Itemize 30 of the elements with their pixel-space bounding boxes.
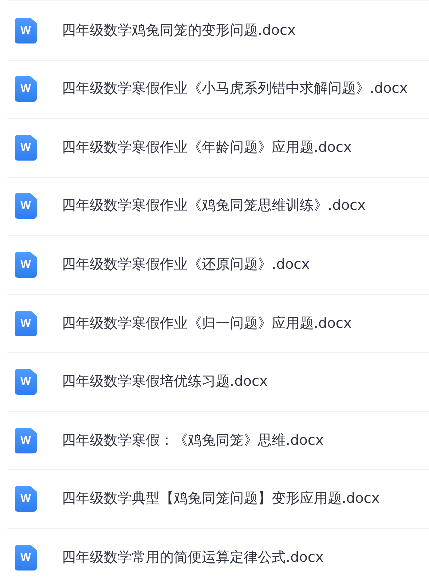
word-file-icon: W — [15, 369, 37, 396]
file-row[interactable]: W 四年级数学鸡兔同笼的变形问题.docx — [7, 2, 429, 61]
file-row[interactable]: W 四年级数学典型【鸡兔同笼问题】变形应用题.docx — [7, 470, 429, 529]
word-file-icon: W — [15, 76, 37, 102]
file-name: 四年级数学寒假培优练习题.docx — [62, 373, 268, 392]
word-file-icon: W — [15, 310, 37, 336]
word-file-icon: W — [15, 252, 37, 278]
file-name: 四年级数学寒假作业《年龄问题》应用题.docx — [62, 138, 352, 157]
file-row[interactable]: W 四年级数学寒假作业《还原问题》.docx — [7, 236, 429, 295]
file-name: 四年级数学寒假：《鸡兔同笼》思维.docx — [62, 432, 324, 450]
file-row[interactable]: W 四年级数学寒假：《鸡兔同笼》思维.docx — [7, 412, 429, 470]
word-file-icon: W — [15, 134, 37, 161]
file-row[interactable]: W 四年级数学寒假作业《年龄问题》应用题.docx — [7, 119, 429, 178]
file-name: 四年级数学寒假作业《还原问题》.docx — [62, 256, 310, 274]
word-file-icon: W — [15, 18, 37, 44]
word-file-icon: W — [15, 428, 37, 454]
file-name: 四年级数学寒假作业《归一问题》应用题.docx — [62, 314, 352, 332]
file-row[interactable]: W 四年级数学常用的简便运算定律公式.docx — [7, 528, 429, 581]
file-name: 四年级数学典型【鸡兔同笼问题】变形应用题.docx — [62, 490, 380, 508]
word-file-icon: W — [15, 486, 37, 512]
file-name: 四年级数学寒假作业《鸡兔同笼思维训练》.docx — [62, 197, 366, 216]
file-name: 四年级数学寒假作业《小马虎系列错中求解问题》.docx — [62, 80, 408, 98]
file-row[interactable]: W 四年级数学寒假作业《鸡兔同笼思维训练》.docx — [7, 178, 429, 236]
file-name: 四年级数学常用的简便运算定律公式.docx — [62, 548, 324, 567]
file-row[interactable]: W 四年级数学寒假作业《小马虎系列错中求解问题》.docx — [7, 60, 429, 120]
word-file-icon: W — [15, 193, 37, 220]
file-name: 四年级数学鸡兔同笼的变形问题.docx — [62, 22, 296, 40]
file-row[interactable]: W 四年级数学寒假培优练习题.docx — [7, 353, 429, 412]
word-file-icon: W — [15, 544, 37, 571]
file-row[interactable]: W 四年级数学寒假作业《归一问题》应用题.docx — [7, 294, 429, 354]
